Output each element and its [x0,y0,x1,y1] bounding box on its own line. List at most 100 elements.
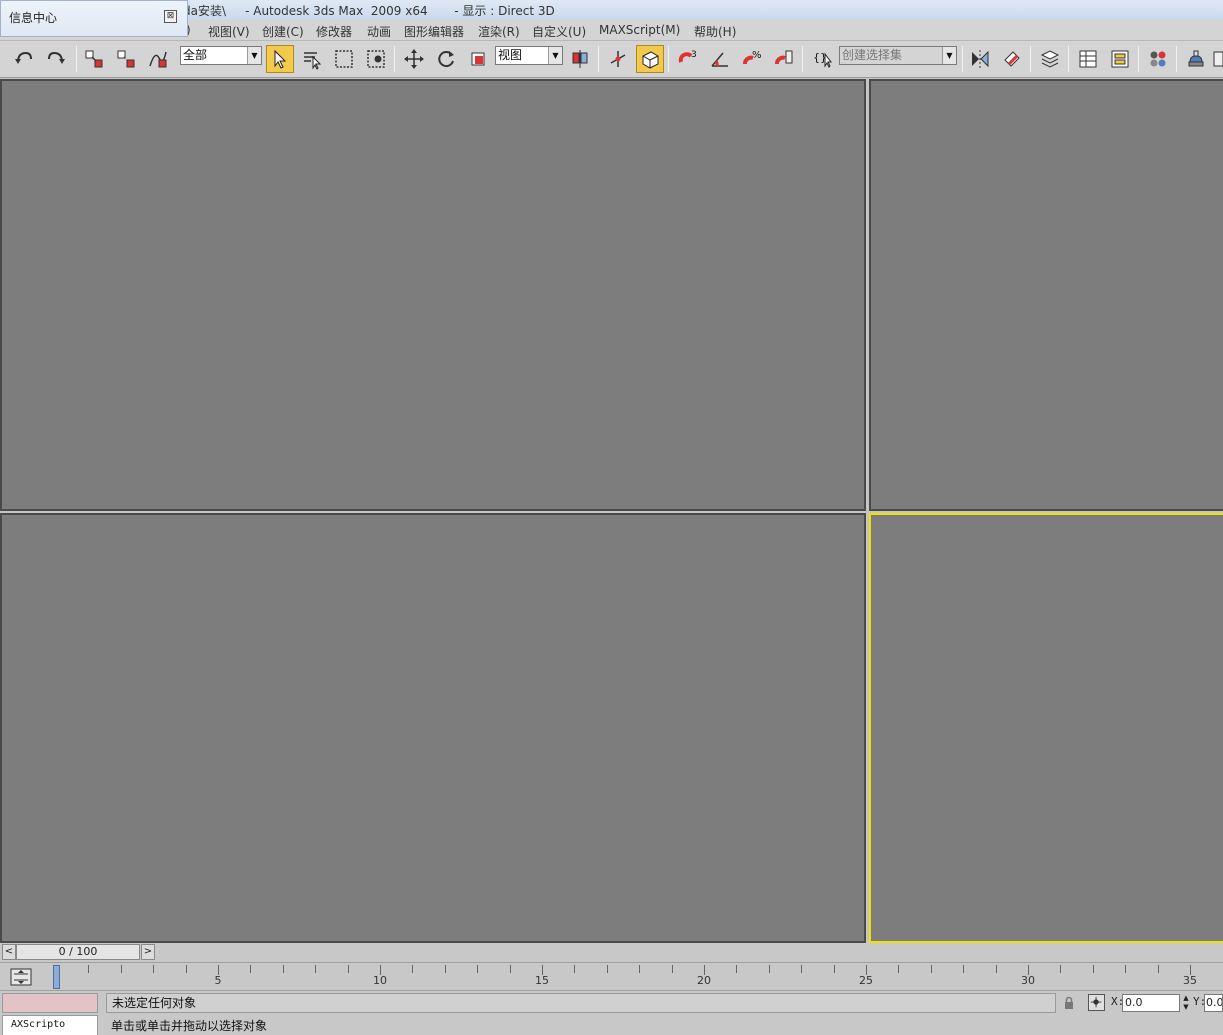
track-bar-ruler[interactable]: 05101520253035 [53,963,1223,991]
viewport-top-right[interactable] [869,79,1223,511]
select-and-rotate-icon[interactable] [432,45,460,73]
prompt-line-text: 单击或单击并拖动以选择对象 [111,1019,268,1033]
snaps-toggle-icon[interactable]: 3 [674,45,702,73]
track-bar-tick [282,965,284,973]
selection-filter-value: 全部 [183,48,208,62]
chevron-down-icon: ▼ [548,47,562,64]
x-coordinate-spinner[interactable]: ▲ ▼ [1181,994,1191,1012]
track-bar-tick [930,965,932,973]
time-slider-thumb[interactable]: 0 / 100 [16,944,140,960]
track-bar-tick [1157,965,1159,973]
maxscript-mini-listener[interactable]: AXScripto [2,1015,98,1035]
spinner-snap-icon[interactable] [770,45,798,73]
info-center-close-button[interactable]: ⊠ [164,10,177,23]
absolute-mode-transform-icon[interactable] [1088,994,1105,1011]
chevron-down-icon: ▼ [942,47,956,64]
render-setup-icon[interactable] [1182,45,1210,73]
track-bar-frame-label: 15 [535,974,549,987]
track-bar-frame-label: 10 [373,974,387,987]
reference-coordinate-value: 视图 [498,48,523,62]
svg-text:3: 3 [691,50,697,60]
select-object-icon[interactable] [266,45,294,73]
lock-selection-icon[interactable] [1062,996,1076,1010]
keyboard-shortcut-override-icon[interactable] [636,45,664,73]
viewport-bottom-left[interactable] [0,513,866,943]
use-pivot-center-icon[interactable] [566,45,594,73]
time-slider-next-button[interactable]: > [141,944,155,960]
info-center-title: 信息中心 [9,11,58,25]
menu-item-graph-editors[interactable]: 图形编辑器 [404,23,464,40]
viewport-bottom-right-active[interactable] [869,513,1223,943]
menu-item-maxscript[interactable]: MAXScript(M) [599,23,680,37]
unlink-icon[interactable] [112,45,140,73]
rectangular-selection-icon[interactable] [330,45,358,73]
select-by-name-icon[interactable] [298,45,326,73]
select-and-move-icon[interactable] [400,45,428,73]
schematic-view-icon[interactable] [1106,45,1134,73]
track-bar-tick [185,965,187,973]
svg-text:%: % [752,50,762,61]
select-and-link-icon[interactable] [80,45,108,73]
undo-icon[interactable] [10,45,38,73]
track-bar-tick [153,965,155,973]
track-bar-tick [347,965,349,973]
layer-manager-icon[interactable] [1036,45,1064,73]
info-center-panel: 信息中心 ⊠ [0,0,188,37]
track-bar-frame-label: 30 [1021,974,1035,987]
track-bar-tick [315,965,317,973]
menu-item-modifiers[interactable]: 修改器 [316,23,352,40]
track-bar-tick [736,965,738,973]
track-bar-tick [88,965,90,973]
track-bar-tick [574,965,576,973]
track-bar-tick [1092,965,1094,973]
angle-snap-icon[interactable] [706,45,734,73]
menu-item-rendering[interactable]: 渲染(R) [478,23,520,40]
window-title: da安装\ - Autodesk 3ds Max 2009 x64 - 显示 :… [183,4,555,18]
track-bar-tick [671,965,673,973]
y-coordinate-field[interactable]: 0.0 [1204,994,1223,1012]
track-bar-tick [1125,965,1127,973]
percent-snap-icon[interactable]: % [738,45,766,73]
current-frame-marker[interactable] [53,965,60,989]
track-bar-tick [963,965,965,973]
select-and-scale-icon[interactable] [464,45,492,73]
main-toolbar: 全部 ▼ 视图 ▼ 3 % {} 创建选择集 ▼ [0,41,1223,78]
select-and-manipulate-icon[interactable] [604,45,632,73]
toolbar-overflow-icon[interactable] [1212,45,1223,73]
selection-status-text: 未选定任何对象 [106,993,1056,1013]
time-slider-previous-button[interactable]: < [2,944,16,960]
track-bar-tick [412,965,414,973]
window-crossing-icon[interactable] [362,45,390,73]
track-bar-tick [639,965,641,973]
maxscript-listener-output[interactable] [2,993,98,1013]
track-bar[interactable]: 05101520253035 [0,962,1223,990]
mirror-icon[interactable] [966,45,994,73]
named-selection-dropdown[interactable]: 创建选择集 ▼ [839,46,957,65]
menu-item-create[interactable]: 创建(C) [262,23,304,40]
curve-editor-toggle-icon[interactable] [10,967,32,987]
menu-item-animation[interactable]: 动画 [367,23,391,40]
track-bar-frame-label: 35 [1183,974,1197,987]
track-bar-tick [477,965,479,973]
menu-item-customize[interactable]: 自定义(U) [532,23,586,40]
edit-named-selection-icon[interactable]: {} [808,45,836,73]
track-bar-tick [444,965,446,973]
menu-item-views[interactable]: 视图(V) [208,23,250,40]
track-bar-tick [833,965,835,973]
menu-item-help[interactable]: 帮助(H) [694,23,736,40]
reference-coordinate-dropdown[interactable]: 视图 ▼ [495,46,563,65]
viewport-top-left[interactable] [0,79,866,511]
track-bar-frame-label: 25 [859,974,873,987]
redo-icon[interactable] [42,45,70,73]
align-icon[interactable] [998,45,1026,73]
track-bar-tick [509,965,511,973]
chevron-down-icon: ▼ [247,47,261,64]
bind-space-warp-icon[interactable] [144,45,172,73]
curve-editor-icon[interactable] [1074,45,1102,73]
material-editor-icon[interactable] [1144,45,1172,73]
x-coordinate-field[interactable]: 0.0 [1122,994,1180,1012]
selection-filter-dropdown[interactable]: 全部 ▼ [180,46,262,65]
time-slider[interactable]: < 0 / 100 > [0,943,1223,962]
track-bar-tick [1060,965,1062,973]
track-bar-tick [250,965,252,973]
